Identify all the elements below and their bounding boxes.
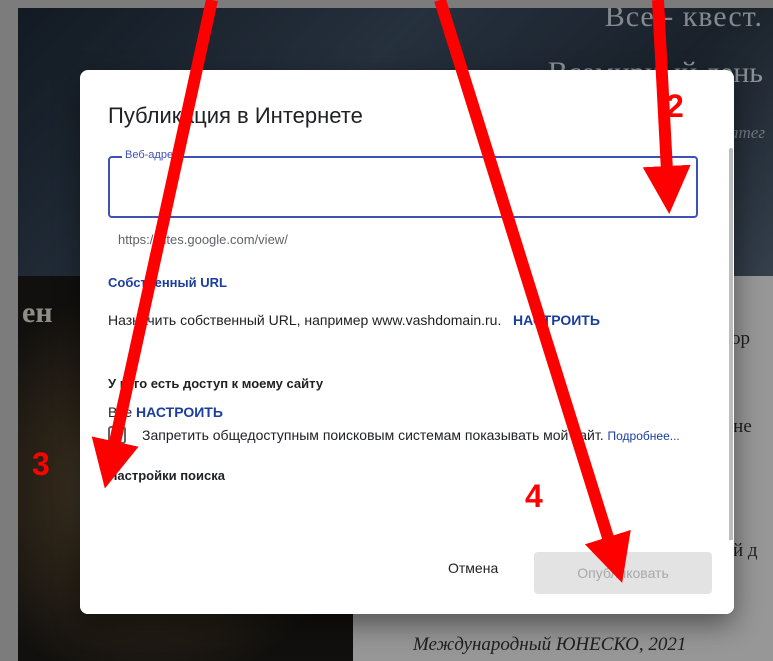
custom-url-row: Назначить собственный URL, например www.…	[108, 312, 600, 328]
custom-url-title: Собственный URL	[108, 275, 227, 290]
dialog-scroll-area: Веб-адрес https://sites.google.com/view/…	[80, 140, 734, 540]
custom-url-configure-link[interactable]: НАСТРОИТЬ	[513, 312, 600, 328]
custom-url-text: Назначить собственный URL, например www.…	[108, 312, 502, 328]
hide-from-search-text: Запретить общедоступным поисковым систем…	[142, 427, 604, 443]
publish-button[interactable]: Опубликовать	[534, 552, 712, 594]
learn-more-link[interactable]: Подробнее...	[608, 429, 680, 443]
hide-from-search-label: Запретить общедоступным поисковым систем…	[142, 424, 702, 447]
dialog-scrollbar[interactable]	[729, 148, 733, 598]
search-settings-title: Настройки поиска	[108, 468, 225, 483]
access-value: Все	[108, 404, 133, 420]
access-configure-link[interactable]: НАСТРОИТЬ	[136, 404, 223, 420]
hide-from-search-checkbox[interactable]	[108, 426, 126, 444]
cancel-button[interactable]: Отмена	[448, 560, 498, 576]
step-label-4: 4	[525, 478, 543, 514]
url-hint: https://sites.google.com/view/	[118, 232, 288, 247]
web-address-field[interactable]: Веб-адрес	[108, 149, 698, 218]
web-address-label: Веб-адрес	[122, 149, 182, 161]
dialog-title: Публикация в Интернете	[108, 103, 363, 128]
access-title: У кого есть доступ к моему сайту	[108, 376, 324, 391]
step-label-2: 2	[666, 88, 684, 124]
access-row: Все НАСТРОИТЬ	[108, 404, 223, 420]
publish-dialog: Публикация в Интернете Веб-адрес https:/…	[80, 70, 734, 614]
web-address-input[interactable]	[120, 174, 684, 193]
step-label-3: 3	[32, 446, 50, 482]
